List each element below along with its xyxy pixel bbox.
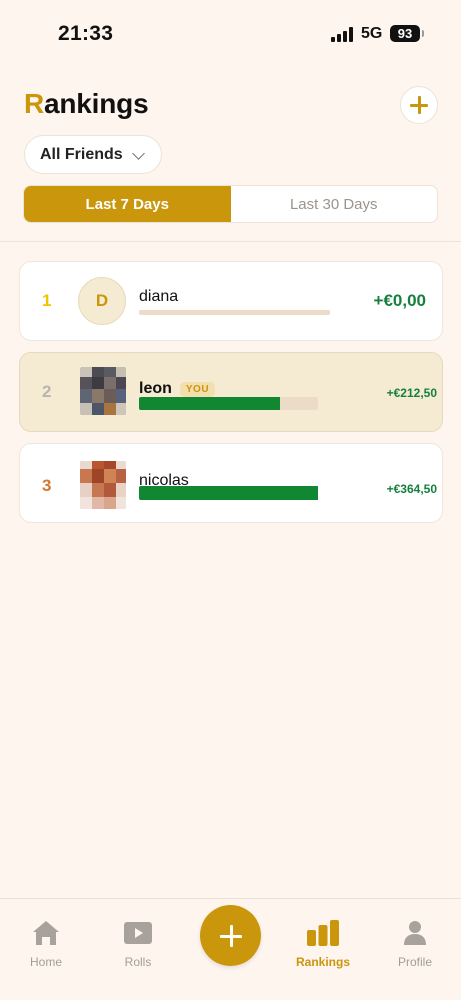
title-first-letter: R	[24, 88, 45, 119]
friends-filter-dropdown[interactable]: All Friends	[24, 135, 162, 174]
nav-home[interactable]: Home	[6, 919, 86, 969]
add-roll-button[interactable]	[200, 905, 261, 966]
network-type: 5G	[361, 25, 383, 42]
add-button[interactable]	[400, 86, 438, 124]
nav-home-label: Home	[29, 955, 62, 969]
person-icon	[404, 921, 426, 945]
rank-number: 1	[42, 291, 52, 310]
battery-icon: 93	[390, 25, 424, 42]
tab-last-7-days[interactable]: Last 7 Days	[24, 186, 231, 222]
you-badge: YOU	[179, 381, 216, 397]
user-name: leon	[139, 380, 172, 397]
chevron-down-icon	[132, 147, 145, 160]
progress-bar	[139, 397, 318, 410]
leaderboard-row[interactable]: 1 D diana +€0,00	[19, 261, 443, 341]
signal-icon	[331, 27, 355, 42]
nav-rolls-label: Rolls	[124, 955, 152, 969]
rank-number: 2	[42, 382, 52, 401]
amount-value: +€212,50	[386, 386, 437, 400]
nav-profile-label: Profile	[397, 955, 432, 969]
amount-value: +€364,50	[386, 482, 437, 496]
status-time: 21:33	[58, 22, 114, 45]
leaderboard-row-current-user[interactable]: 2 leon YOU +€212,50	[19, 352, 443, 432]
header-divider	[0, 241, 461, 242]
avatar	[79, 461, 127, 509]
leaderboard-row[interactable]: 3 nicolas +€364,50	[19, 443, 443, 523]
avatar: D	[78, 277, 126, 325]
progress-bar	[139, 486, 318, 500]
play-icon	[124, 922, 152, 944]
plus-icon	[219, 924, 242, 947]
nav-rankings-label: Rankings	[295, 955, 350, 969]
amount-value: +€0,00	[373, 291, 426, 310]
tab-last-30-days[interactable]: Last 30 Days	[231, 186, 438, 222]
bottom-nav: Home Rolls Rankings Profile	[0, 898, 461, 1000]
period-segmented-control: Last 7 Days Last 30 Days	[23, 185, 438, 223]
plus-icon	[410, 96, 428, 114]
rank-number: 3	[42, 476, 52, 495]
home-icon	[33, 921, 59, 945]
nav-rolls[interactable]: Rolls	[98, 919, 178, 969]
avatar	[79, 367, 127, 415]
bar-chart-icon	[307, 920, 339, 946]
nav-profile[interactable]: Profile	[375, 919, 455, 969]
title-rest: ankings	[44, 88, 149, 119]
nav-rankings[interactable]: Rankings	[283, 919, 363, 969]
user-name: diana	[139, 288, 179, 305]
status-bar: 21:33 5G 93	[0, 0, 461, 70]
progress-bar	[139, 310, 330, 315]
page-title: Rankings	[24, 88, 149, 120]
filter-label: All Friends	[40, 145, 123, 163]
